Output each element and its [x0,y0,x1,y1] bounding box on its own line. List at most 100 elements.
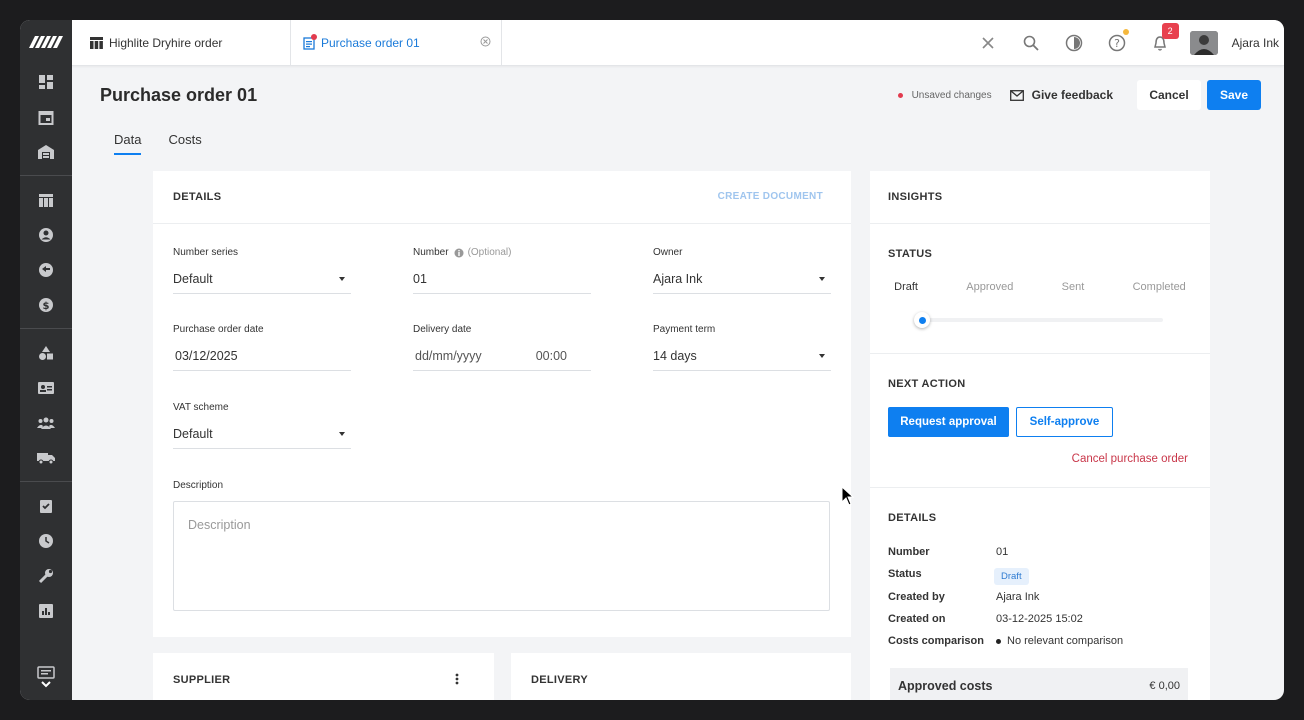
field-label: Owner [653,247,683,258]
vat-scheme-value: Default [173,426,213,441]
theme-icon[interactable] [1053,20,1096,66]
cancel-purchase-order-link[interactable]: Cancel purchase order [1072,453,1188,465]
field-label: VAT scheme [173,402,229,413]
vat-scheme-field[interactable]: VAT scheme Default [173,402,351,449]
detail-row-costs-comparison: Costs comparison No relevant comparison [888,635,1124,647]
account-icon[interactable] [20,217,72,252]
owner-field[interactable]: Owner Ajara Ink [653,247,831,294]
caret-down-icon [819,276,825,281]
status-header: STATUS [888,248,933,260]
contact-card-icon[interactable] [20,370,72,405]
number-value: 01 [413,271,427,286]
chevron-down-icon [41,681,51,688]
close-icon[interactable] [967,20,1010,66]
unsaved-indicator: Unsaved changes [897,90,992,101]
report-icon[interactable] [20,593,72,628]
avatar[interactable] [1189,31,1218,55]
top-bar: Highlite Dryhire order Purchase order 01… [72,20,1284,66]
delivery-date-input[interactable]: dd/mm/yyyy [415,349,482,363]
chat-toggle[interactable] [20,654,72,700]
wrench-icon[interactable] [20,558,72,593]
warehouse-icon[interactable] [20,134,72,169]
cancel-button[interactable]: Cancel [1137,80,1201,110]
give-feedback-button[interactable]: Give feedback [1009,88,1113,102]
document-icon [303,33,317,50]
task-icon[interactable] [20,488,72,523]
sidebar: $ [20,20,72,700]
help-icon[interactable]: ? [1096,20,1139,66]
insights-header: INSIGHTS [870,171,1210,224]
supplier-header: SUPPLIER [173,673,231,686]
approved-costs-row: Approved costs € 0,00 [890,668,1188,700]
payment-term-value: 14 days [653,348,697,363]
description-textarea[interactable]: Description [173,501,830,611]
next-action-header: NEXT ACTION [888,378,966,390]
detail-row-created-by: Created by Ajara Ink [888,591,1040,603]
sync-icon[interactable] [20,252,72,287]
table-icon[interactable] [20,182,72,217]
close-tab-icon[interactable] [480,36,491,50]
app-logo[interactable] [20,20,72,64]
delivery-time-input[interactable]: 00:00 [536,349,567,363]
approved-costs-value: € 0,00 [1149,680,1180,692]
user-name[interactable]: Ajara Ink [1232,36,1279,50]
payment-term-field[interactable]: Payment term 14 days [653,324,831,371]
notification-badge: 2 [1161,23,1179,39]
detail-row-status: Status Draft [888,568,1188,585]
search-icon[interactable] [1010,20,1053,66]
optional-label: (Optional) [467,247,512,258]
number-field[interactable]: Number (Optional) 01 [413,247,591,294]
dollar-icon[interactable]: $ [20,287,72,322]
po-date-value: 03/12/2025 [175,348,238,363]
approved-costs-label: Approved costs [898,679,993,693]
tab-highlite-dryhire-order[interactable]: Highlite Dryhire order [90,20,290,66]
feedback-label: Give feedback [1031,88,1113,102]
svg-text:?: ? [1114,37,1120,50]
field-label: Number [413,247,449,258]
save-button[interactable]: Save [1207,80,1261,110]
delivery-date-field[interactable]: Delivery date dd/mm/yyyy 00:00 [413,324,591,371]
caret-down-icon [339,431,345,436]
chat-icon [37,666,55,679]
clock-icon[interactable] [20,523,72,558]
dashboard-icon[interactable] [20,64,72,99]
bullet-icon [996,638,1001,644]
tab-data[interactable]: Data [114,132,142,155]
status-badge: Draft [994,568,1029,585]
insights-panel: INSIGHTS STATUS Draft Approved Sent Comp… [870,171,1210,700]
detail-row-created-on: Created on 03-12-2025 15:02 [888,613,1083,625]
supplier-card: SUPPLIER [153,653,494,700]
truck-icon[interactable] [20,440,72,475]
app-window: $ Highlite Dryhire order Purchase order … [20,20,1284,700]
svg-text:$: $ [43,301,50,312]
people-icon[interactable] [20,405,72,440]
request-approval-button[interactable]: Request approval [888,407,1009,437]
delivery-card: DELIVERY [511,653,851,700]
tab-purchase-order-01[interactable]: Purchase order 01 [290,20,502,66]
purchase-order-date-field[interactable]: Purchase order date 03/12/2025 [173,324,351,371]
number-series-field[interactable]: Number series Default [173,247,351,294]
status-track [918,318,1163,322]
mouse-cursor-icon [841,485,855,511]
tab-costs[interactable]: Costs [168,132,201,155]
shapes-icon[interactable] [20,335,72,370]
unsaved-dot [897,92,903,98]
field-label: Delivery date [413,324,472,335]
delivery-header: DELIVERY [531,673,589,686]
more-vertical-icon[interactable] [455,673,459,685]
insights-details-header: DETAILS [888,512,937,524]
page-title: Purchase order 01 [100,85,258,105]
create-document-button[interactable]: CREATE DOCUMENT [718,191,823,202]
detail-row-number: Number 01 [888,546,1009,558]
field-label: Number series [173,247,239,258]
calendar-icon[interactable] [20,99,72,134]
step-draft: Draft [894,281,918,293]
info-icon [454,248,464,257]
notifications-icon[interactable]: 2 [1139,20,1182,66]
field-label: Purchase order date [173,324,264,335]
tab-label: Purchase order 01 [321,36,420,50]
self-approve-button[interactable]: Self-approve [1016,407,1113,437]
details-card: DETAILS CREATE DOCUMENT Number series De… [153,171,851,637]
status-knob [914,312,930,328]
caret-down-icon [339,276,345,281]
